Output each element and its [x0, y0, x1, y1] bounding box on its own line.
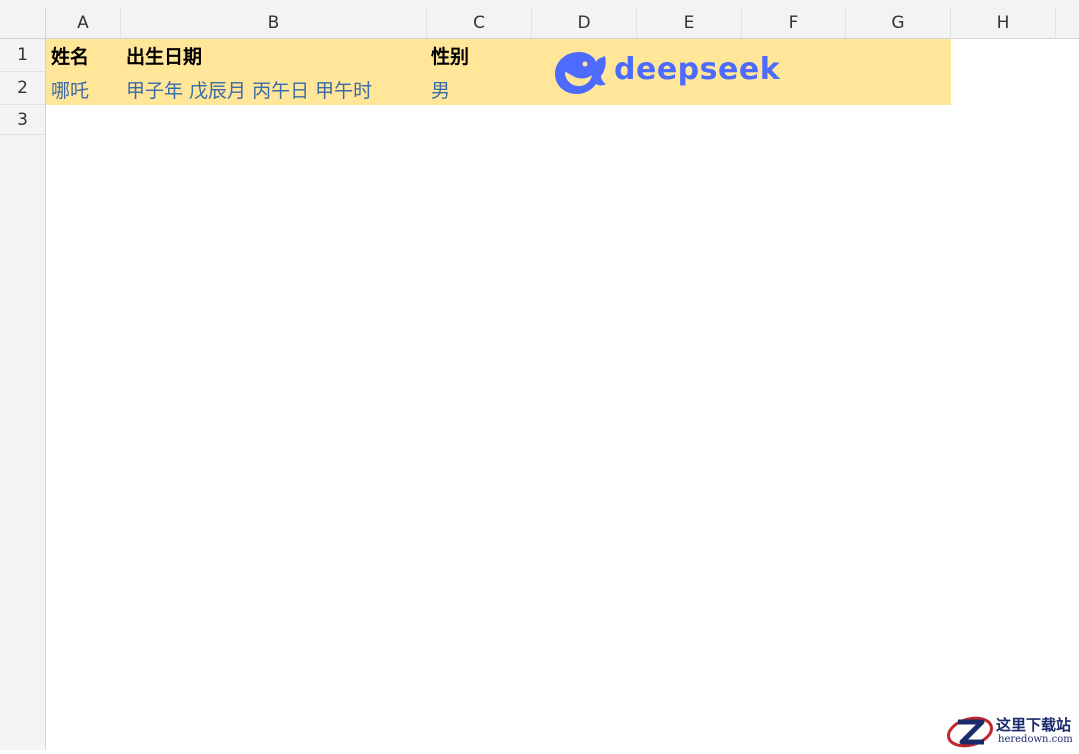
watermark-title: 这里下载站	[996, 716, 1072, 734]
watermark-url: heredown.com	[998, 734, 1073, 745]
cell-a1[interactable]: 姓名	[51, 42, 89, 69]
row-header-bar: 1 2 3	[0, 39, 46, 750]
column-header-h[interactable]: H	[951, 8, 1056, 38]
column-header-b[interactable]: B	[121, 8, 427, 38]
column-header-f[interactable]: F	[742, 8, 846, 38]
column-header-a[interactable]: A	[46, 8, 121, 38]
cell-c1[interactable]: 性别	[431, 42, 469, 69]
row-header-1[interactable]: 1	[0, 39, 45, 72]
column-header-bar: A B C D E F G H	[0, 8, 1079, 39]
watermark: 这里下载站 heredown.com	[944, 712, 1079, 750]
select-all-corner[interactable]	[0, 8, 46, 38]
cell-b2[interactable]: 甲子年 戊辰月 丙午日 甲午时	[126, 76, 372, 103]
column-header-c[interactable]: C	[427, 8, 532, 38]
column-header-e[interactable]: E	[637, 8, 742, 38]
deepseek-wordmark: deepseek	[614, 52, 781, 87]
row-header-2[interactable]: 2	[0, 72, 45, 105]
column-header-g[interactable]: G	[846, 8, 951, 38]
row-header-3[interactable]: 3	[0, 105, 45, 135]
cell-c2[interactable]: 男	[431, 76, 450, 103]
z-swoosh-icon	[946, 716, 994, 748]
whale-icon	[555, 52, 606, 94]
cell-a2[interactable]: 哪吒	[51, 76, 89, 103]
cell-b1[interactable]: 出生日期	[126, 42, 202, 69]
deepseek-logo: deepseek	[551, 48, 780, 96]
column-header-d[interactable]: D	[532, 8, 637, 38]
top-strip	[0, 0, 1079, 8]
